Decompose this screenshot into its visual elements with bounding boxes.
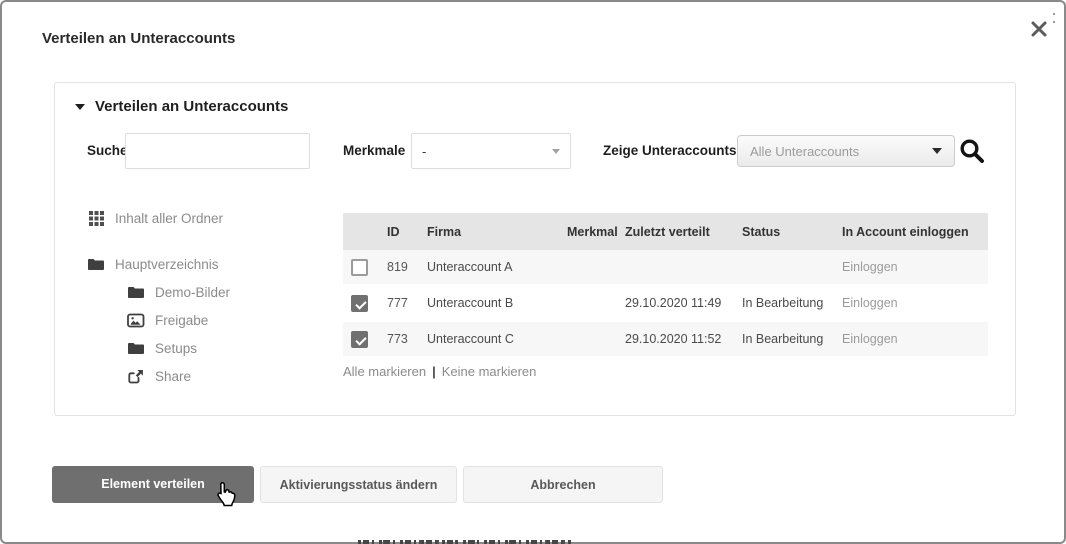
cell-id: 777 [383,296,423,310]
tree-item-label: Hauptverzeichnis [115,257,219,272]
checkbox-cell [343,295,383,312]
column-header: In Account einloggen [838,225,988,239]
tree-item-label: Demo-Bilder [155,285,230,300]
distribute-panel: Verteilen an Unteraccounts Suche Merkmal… [54,82,1016,416]
panel-title: Verteilen an Unteraccounts [95,98,288,115]
close-icon[interactable] [1028,18,1050,40]
cell-login[interactable]: Einloggen [838,260,988,274]
cell-login[interactable]: Einloggen [838,296,988,310]
zeige-selected-value: Alle Unteraccounts [750,144,859,159]
column-header: ID [383,225,423,239]
table-row: 773Unteraccount C 29.10.2020 11:52In Bear… [343,322,988,356]
cell-login[interactable]: Einloggen [838,332,988,346]
row-checkbox[interactable] [351,259,368,276]
tree-item[interactable]: Inhalt aller Ordner [87,204,230,232]
chevron-down-icon [932,148,942,154]
cell-firma: Unteraccount B [423,296,563,310]
panel-collapse-header[interactable]: Verteilen an Unteraccounts [75,98,288,115]
collapse-arrow-icon [75,104,85,110]
folder-icon [87,257,105,271]
tree-item[interactable]: Demo-Bilder [87,278,230,306]
cell-id: 819 [383,260,423,274]
cell-id: 773 [383,332,423,346]
filter-bar: Suche Merkmale - Zeige Unteraccounts All… [55,133,1015,169]
grid-icon [87,211,105,226]
zeige-unteraccounts-label: Zeige Unteraccounts [603,133,737,169]
column-header: Merkmal [563,225,621,239]
tree-item-label: Inhalt aller Ordner [115,211,223,226]
cancel-button[interactable]: Abbrechen [463,466,663,503]
folder-icon [127,285,145,299]
tree-item[interactable]: Hauptverzeichnis [87,250,230,278]
chevron-down-icon [552,149,560,154]
column-header: Status [738,225,838,239]
activation-status-button[interactable]: Aktivierungsstatus ändern [260,466,457,503]
table-row: 819Unteraccount A Einloggen [343,250,988,284]
distribute-element-button[interactable]: Element verteilen [52,466,254,503]
cell-zuletzt-verteilt: 29.10.2020 11:49 [621,296,738,310]
folder-icon [127,341,145,355]
scrollbar-dots [1053,13,1055,29]
tree-item-label: Freigabe [155,313,208,328]
cell-zuletzt-verteilt: 29.10.2020 11:52 [621,332,738,346]
tree-item-label: Setups [155,341,197,356]
search-label: Suche [87,133,128,169]
folder-tree: Inhalt aller Ordner Hauptverzeichnis Demo-… [87,204,230,390]
select-all-link[interactable]: Alle markieren [343,364,426,379]
selection-links: Alle markieren | Keine markieren [343,364,988,379]
cell-status: In Bearbeitung [738,296,838,310]
tree-item[interactable]: Share [87,362,230,390]
select-none-link[interactable]: Keine markieren [442,364,537,379]
zeige-unteraccounts-select[interactable]: Alle Unteraccounts [737,135,955,167]
tree-item[interactable]: Setups [87,334,230,362]
merkmale-select[interactable]: - [411,133,571,169]
table-header: IDFirmaMerkmalZuletzt verteiltStatusIn A… [343,213,988,250]
tree-item-label: Share [155,369,191,384]
column-header: Zuletzt verteilt [621,225,738,239]
table-body: 819Unteraccount AEinloggen777Unteraccoun… [343,250,988,356]
subaccounts-table: IDFirmaMerkmalZuletzt verteiltStatusIn A… [343,213,988,379]
table-row: 777Unteraccount B 29.10.2020 11:49In Bear… [343,286,988,320]
share-icon [127,369,145,384]
search-icon[interactable] [958,137,986,165]
clipped-background-text [358,540,571,544]
link-separator: | [432,364,436,379]
merkmale-label: Merkmale [343,133,405,169]
checkbox-cell [343,259,383,276]
cell-firma: Unteraccount A [423,260,563,274]
row-checkbox[interactable] [351,295,368,312]
merkmale-selected-value: - [422,144,426,159]
tree-item[interactable]: Freigabe [87,306,230,334]
cell-firma: Unteraccount C [423,332,563,346]
cell-status: In Bearbeitung [738,332,838,346]
dialog-title: Verteilen an Unteraccounts [42,30,235,47]
dialog-window: Verteilen an Unteraccounts Verteilen an … [0,0,1066,544]
column-header: Firma [423,225,563,239]
image-icon [127,313,145,328]
row-checkbox[interactable] [351,331,368,348]
search-input[interactable] [125,133,310,169]
checkbox-cell [343,331,383,348]
